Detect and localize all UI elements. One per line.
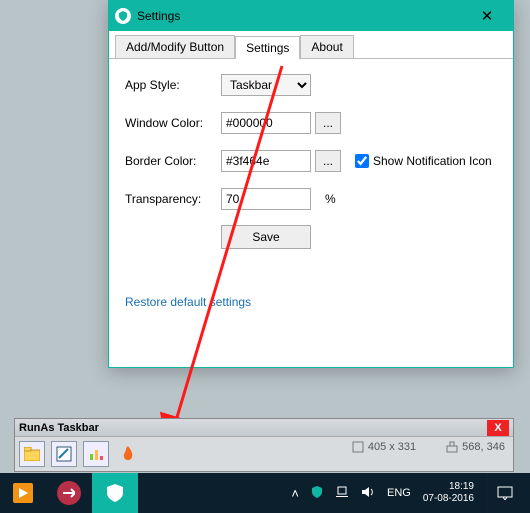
tray-notifications-icon[interactable] xyxy=(486,473,522,513)
window-color-input[interactable] xyxy=(221,112,311,134)
titlebar: Settings ✕ xyxy=(109,1,513,31)
border-color-input[interactable] xyxy=(221,150,311,172)
tray-chevron-up-icon[interactable]: ˄ xyxy=(291,486,299,501)
shield-icon xyxy=(115,8,131,24)
close-button[interactable]: ✕ xyxy=(467,1,507,31)
percent-label: % xyxy=(325,192,336,206)
border-color-picker-button[interactable]: ... xyxy=(315,150,341,172)
tray-volume-icon[interactable] xyxy=(361,486,375,501)
tab-add-modify[interactable]: Add/Modify Button xyxy=(115,35,235,58)
tab-about[interactable]: About xyxy=(300,35,353,58)
tray-language[interactable]: ENG xyxy=(387,487,411,499)
taskbar-app-1[interactable] xyxy=(0,473,46,513)
show-notification-label: Show Notification Icon xyxy=(373,154,492,168)
show-notification-input[interactable] xyxy=(355,154,369,168)
runas-titlebar: RunAs Taskbar X xyxy=(15,419,513,437)
flame-icon[interactable] xyxy=(115,441,141,467)
paint-icon[interactable] xyxy=(51,441,77,467)
window-color-label: Window Color: xyxy=(125,116,221,130)
transparency-label: Transparency: xyxy=(125,192,221,206)
transparency-input[interactable] xyxy=(221,188,311,210)
taskbar-app-runas[interactable] xyxy=(92,473,138,513)
chart-icon[interactable] xyxy=(83,441,109,467)
dialog-title: Settings xyxy=(137,9,180,23)
system-tray: ˄ ENG 18:19 07-08-2016 xyxy=(291,473,530,513)
settings-dialog: Settings ✕ Add/Modify Button Settings Ab… xyxy=(108,0,514,368)
restore-defaults-link[interactable]: Restore default settings xyxy=(125,295,497,309)
border-color-label: Border Color: xyxy=(125,154,221,168)
taskbar-app-2[interactable] xyxy=(46,473,92,513)
show-notification-checkbox[interactable]: Show Notification Icon xyxy=(355,154,492,168)
app-style-select[interactable]: Taskbar xyxy=(221,74,311,96)
tray-network-icon[interactable] xyxy=(335,486,349,501)
app-style-label: App Style: xyxy=(125,78,221,92)
tray-shield-icon[interactable] xyxy=(311,486,323,501)
tabstrip: Add/Modify Button Settings About xyxy=(109,33,513,59)
dimensions-readout-2: 568, 346 xyxy=(446,441,505,453)
runas-title-text: RunAs Taskbar xyxy=(19,422,99,434)
settings-panel: App Style: Taskbar Window Color: ... Bor… xyxy=(109,59,513,323)
explorer-icon[interactable] xyxy=(19,441,45,467)
runas-close-button[interactable]: X xyxy=(487,420,509,436)
runas-taskbar-window: RunAs Taskbar X 405 x 331 568, 346 xyxy=(14,418,514,472)
window-color-picker-button[interactable]: ... xyxy=(315,112,341,134)
tray-datetime[interactable]: 18:19 07-08-2016 xyxy=(423,481,474,505)
save-button[interactable]: Save xyxy=(221,225,311,249)
windows-taskbar: ˄ ENG 18:19 07-08-2016 xyxy=(0,473,530,513)
runas-status: 405 x 331 568, 346 xyxy=(352,441,505,453)
tab-settings[interactable]: Settings xyxy=(235,36,300,59)
dimensions-readout-1: 405 x 331 xyxy=(352,441,416,453)
